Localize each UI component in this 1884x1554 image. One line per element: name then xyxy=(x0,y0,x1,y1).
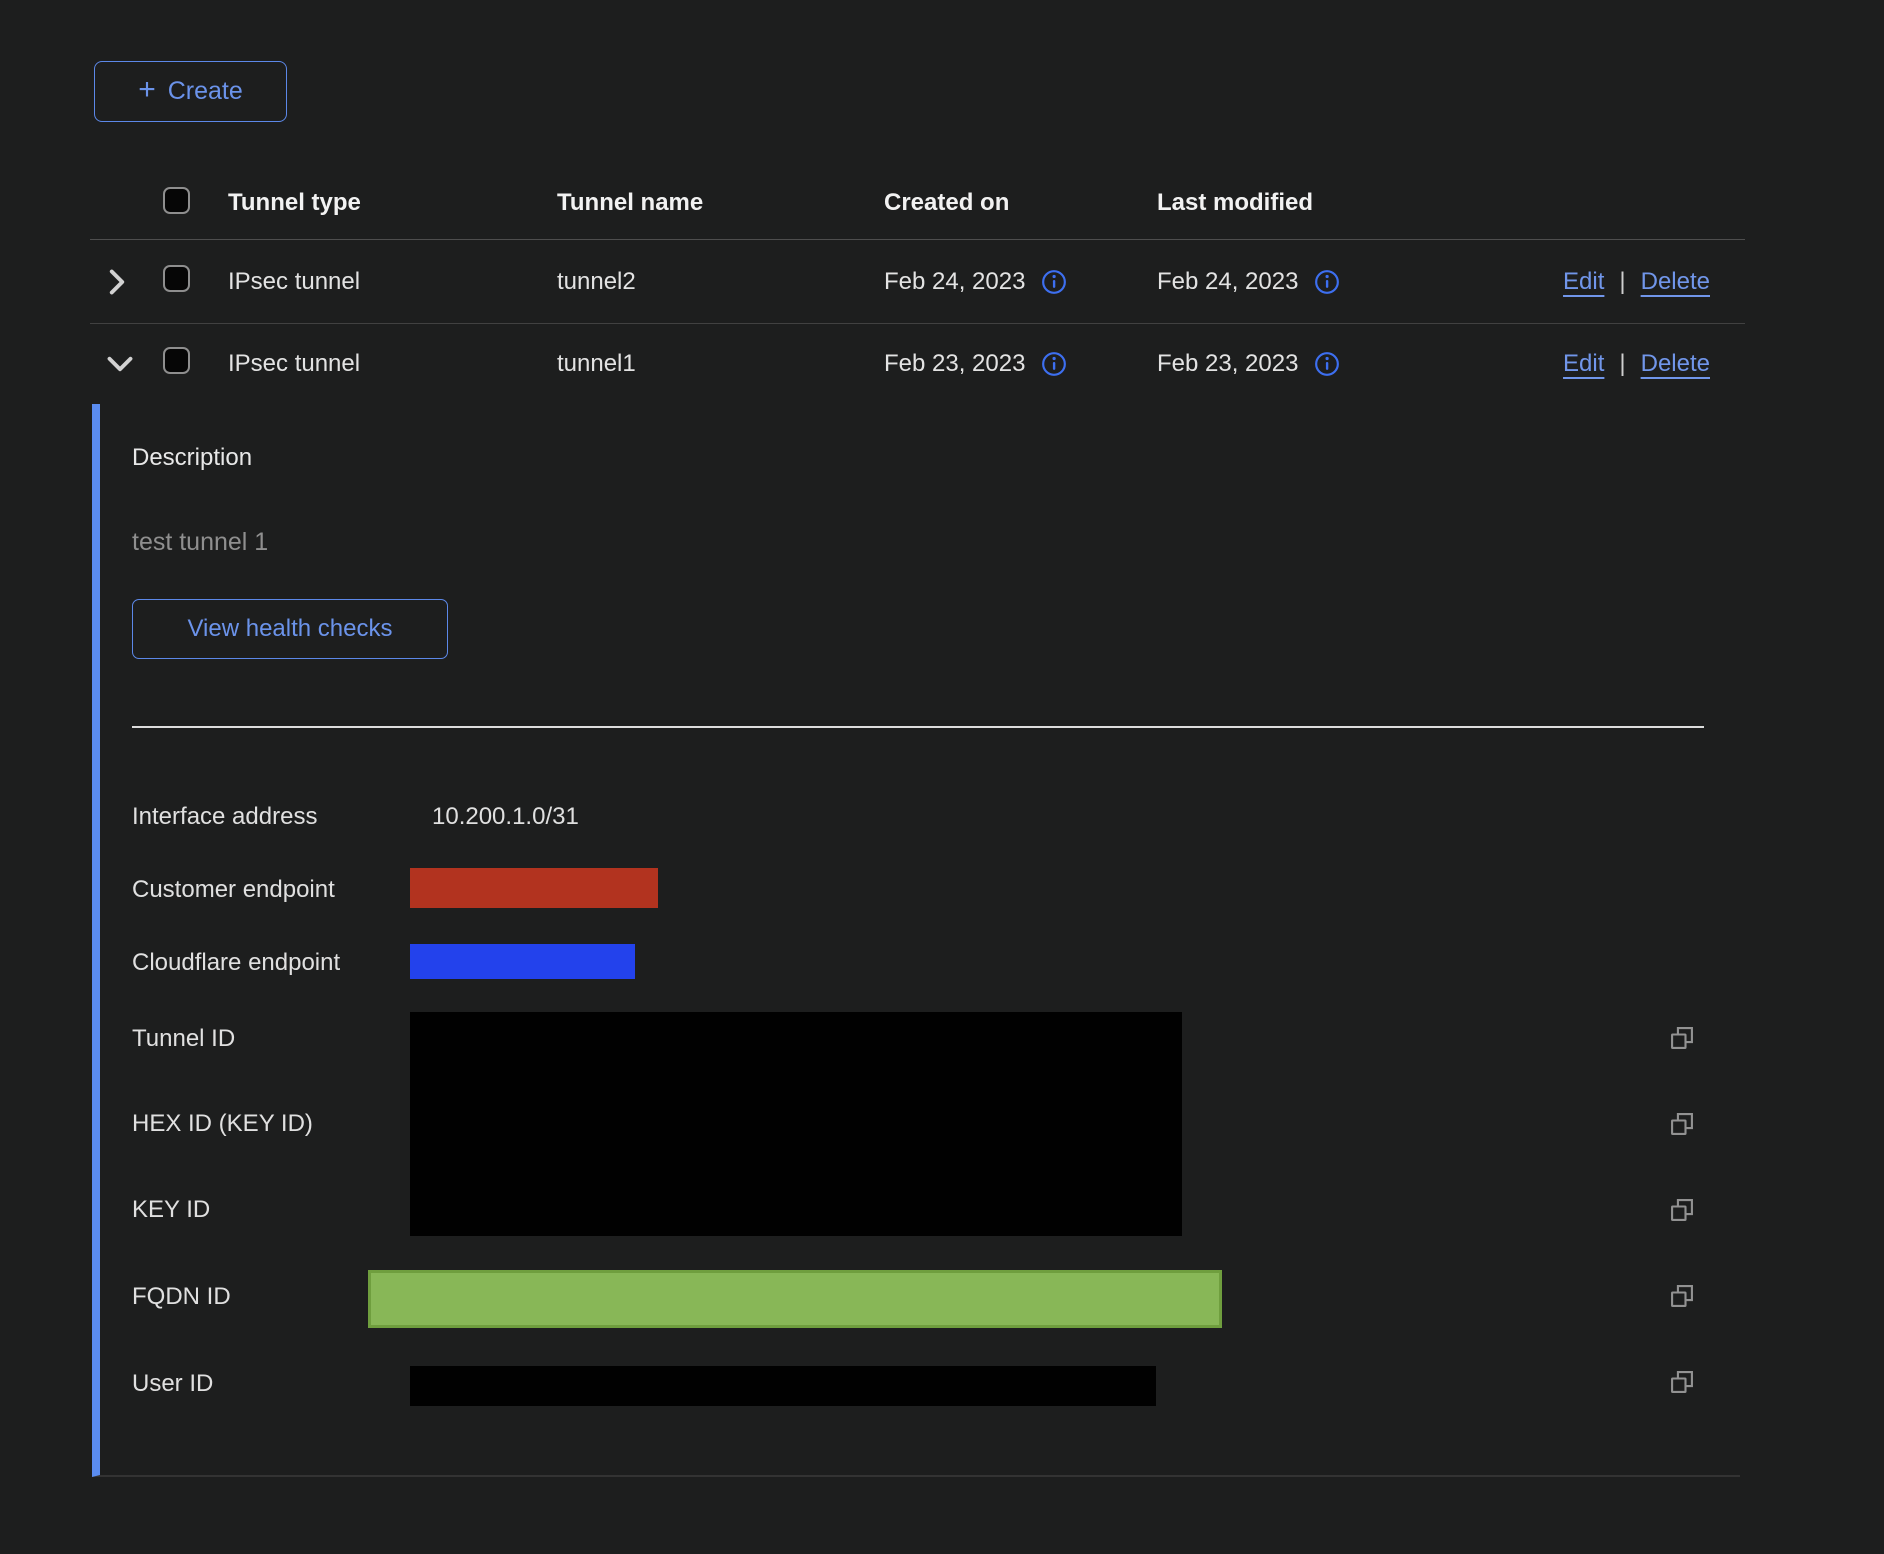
user-id-label: User ID xyxy=(132,1370,213,1398)
interface-address-label: Interface address xyxy=(132,803,317,831)
tunnel-type-cell: IPsec tunnel xyxy=(228,350,557,378)
tunnel-type-cell: IPsec tunnel xyxy=(228,268,557,296)
edit-link[interactable]: Edit xyxy=(1563,350,1604,378)
created-on-cell: Feb 23, 2023 xyxy=(884,350,1025,378)
section-divider xyxy=(132,726,1704,728)
copy-icon xyxy=(1668,1110,1696,1138)
expand-row-button[interactable] xyxy=(90,268,157,296)
row-checkbox[interactable] xyxy=(163,347,190,374)
info-icon[interactable] xyxy=(1314,269,1340,295)
table-row: IPsec tunnel tunnel2 Feb 24, 2023 Feb 24… xyxy=(90,240,1745,324)
tunnel-id-label: Tunnel ID xyxy=(132,1025,235,1053)
key-id-label: KEY ID xyxy=(132,1196,210,1224)
select-all-checkbox[interactable] xyxy=(163,187,190,214)
copy-icon xyxy=(1668,1368,1696,1396)
info-icon[interactable] xyxy=(1041,269,1067,295)
last-modified-cell: Feb 23, 2023 xyxy=(1157,350,1298,378)
copy-icon xyxy=(1668,1282,1696,1310)
last-modified-cell: Feb 24, 2023 xyxy=(1157,268,1298,296)
description-label: Description xyxy=(132,444,252,472)
copy-fqdn-id-button[interactable] xyxy=(1668,1282,1696,1310)
collapse-row-button[interactable] xyxy=(90,353,157,375)
customer-endpoint-label: Customer endpoint xyxy=(132,876,335,904)
column-header-last-modified: Last modified xyxy=(1157,189,1430,217)
copy-hex-id-button[interactable] xyxy=(1668,1110,1696,1138)
column-header-tunnel-type: Tunnel type xyxy=(228,189,557,217)
plus-icon: + xyxy=(138,75,156,105)
copy-tunnel-id-button[interactable] xyxy=(1668,1024,1696,1052)
table-header-row: Tunnel type Tunnel name Created on Last … xyxy=(90,167,1745,240)
tunnels-page: + Create Tunnel type Tunnel name Created… xyxy=(0,0,1884,1554)
expanded-tunnel-panel: Description test tunnel 1 View health ch… xyxy=(92,404,1740,1477)
copy-user-id-button[interactable] xyxy=(1668,1368,1696,1396)
ids-redacted-value xyxy=(410,1012,1182,1236)
column-header-created-on: Created on xyxy=(884,189,1157,217)
cloudflare-endpoint-label: Cloudflare endpoint xyxy=(132,949,340,977)
user-id-redacted-value xyxy=(410,1366,1156,1406)
edit-link[interactable]: Edit xyxy=(1563,268,1604,296)
create-button[interactable]: + Create xyxy=(94,61,287,122)
view-health-checks-button[interactable]: View health checks xyxy=(132,599,448,659)
interface-address-value: 10.200.1.0/31 xyxy=(432,803,579,831)
fqdn-id-label: FQDN ID xyxy=(132,1283,231,1311)
create-button-label: Create xyxy=(168,77,243,106)
column-header-tunnel-name: Tunnel name xyxy=(557,189,884,217)
copy-key-id-button[interactable] xyxy=(1668,1196,1696,1224)
customer-endpoint-redacted-value xyxy=(410,868,658,908)
chevron-down-icon xyxy=(106,353,134,375)
copy-icon xyxy=(1668,1196,1696,1224)
hex-id-label: HEX ID (KEY ID) xyxy=(132,1110,313,1138)
row-checkbox[interactable] xyxy=(163,265,190,292)
info-icon[interactable] xyxy=(1314,351,1340,377)
tunnel-name-cell: tunnel2 xyxy=(557,268,884,296)
info-icon[interactable] xyxy=(1041,351,1067,377)
action-separator: | xyxy=(1619,350,1625,378)
created-on-cell: Feb 24, 2023 xyxy=(884,268,1025,296)
action-separator: | xyxy=(1619,268,1625,296)
fqdn-id-redacted-value xyxy=(368,1270,1222,1328)
description-value: test tunnel 1 xyxy=(132,528,268,557)
tunnel-name-cell: tunnel1 xyxy=(557,350,884,378)
table-row: IPsec tunnel tunnel1 Feb 23, 2023 Feb 23… xyxy=(90,324,1745,404)
delete-link[interactable]: Delete xyxy=(1641,350,1710,378)
copy-icon xyxy=(1668,1024,1696,1052)
chevron-right-icon xyxy=(106,268,128,296)
delete-link[interactable]: Delete xyxy=(1641,268,1710,296)
cloudflare-endpoint-redacted-value xyxy=(410,944,635,979)
